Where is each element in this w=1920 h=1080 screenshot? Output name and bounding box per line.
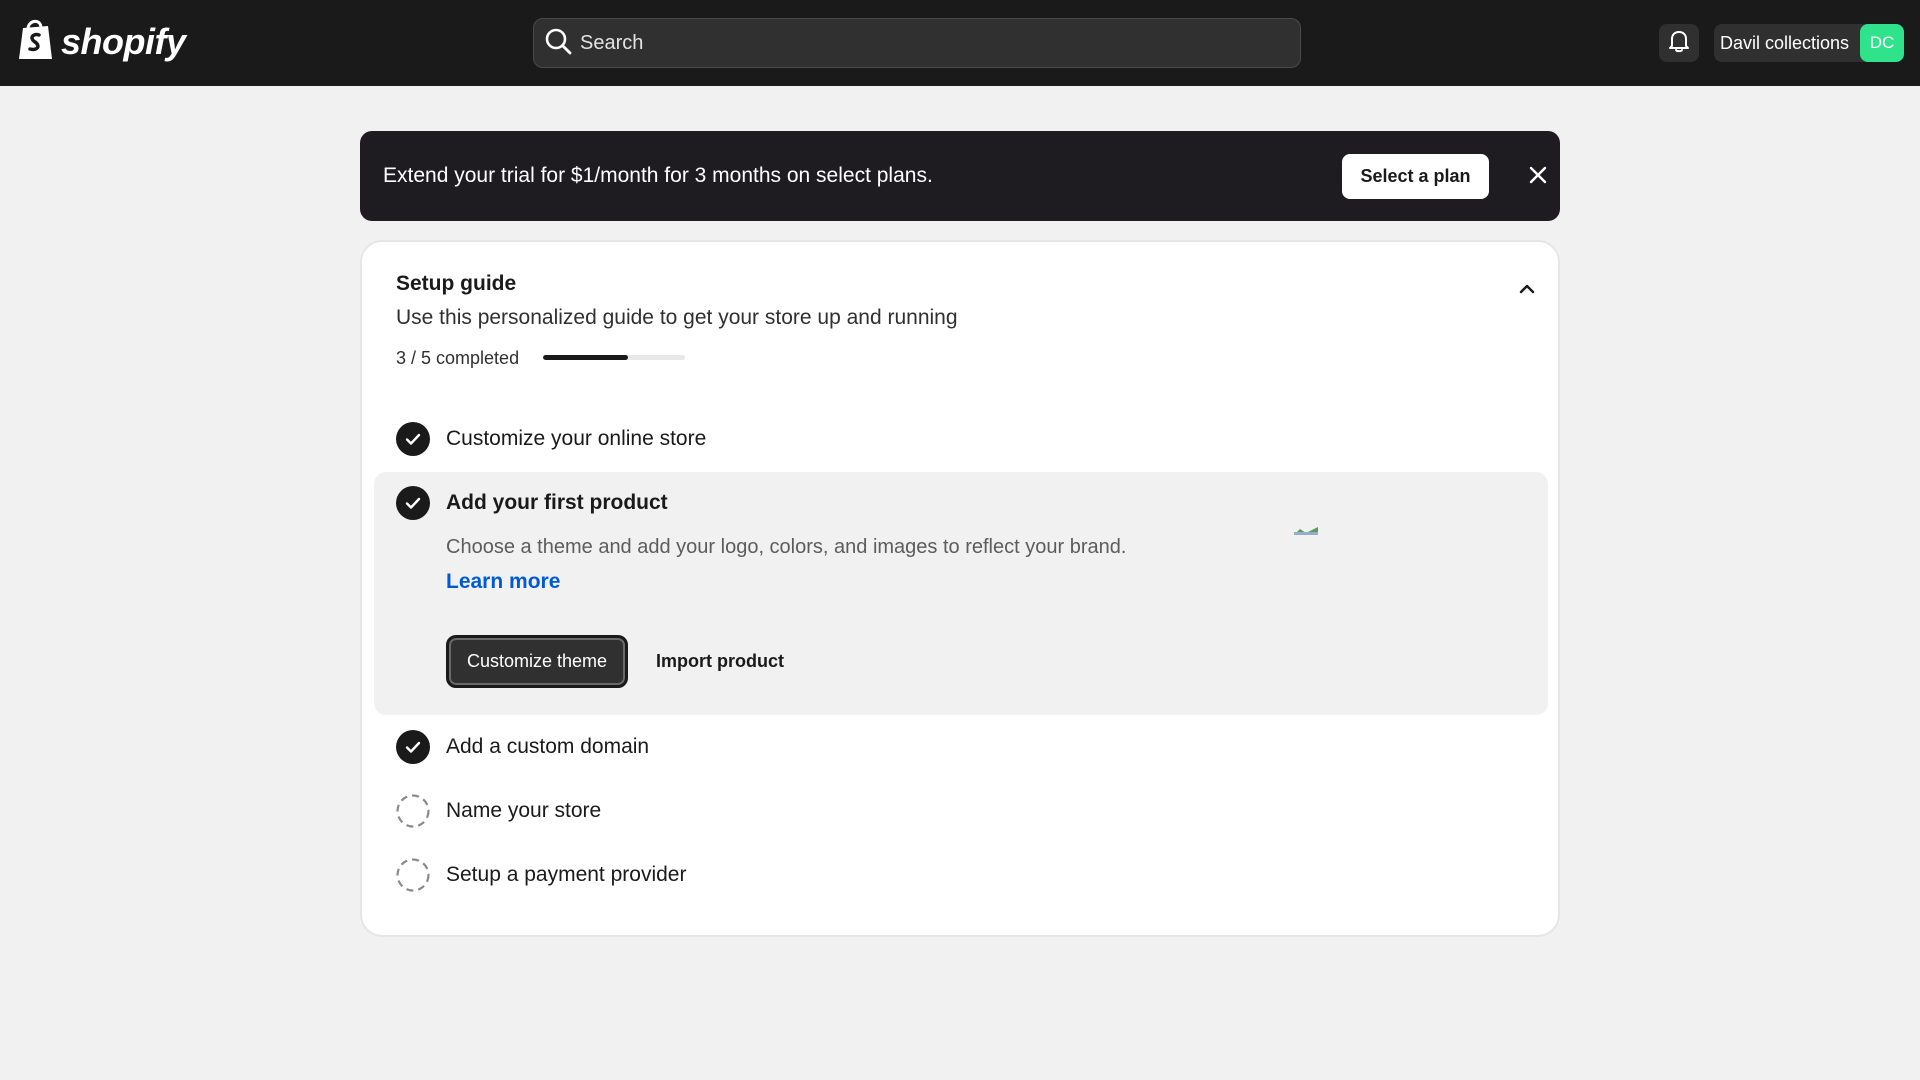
collapse-guide-button[interactable] — [1512, 276, 1542, 306]
task-item-customize-store[interactable]: Customize your online store — [396, 419, 706, 459]
task-label: Add a custom domain — [446, 735, 650, 758]
chevron-up-icon — [1518, 282, 1536, 300]
store-name: Davil collections — [1720, 32, 1850, 53]
task-label: Customize your online store — [446, 427, 707, 450]
top-bar: shopify Search Davil collections DC — [0, 0, 1920, 86]
customize-theme-button[interactable]: Customize theme — [446, 635, 628, 688]
dashed-circle-icon — [396, 858, 430, 892]
task-item-add-product[interactable]: Add your first product — [396, 483, 668, 523]
notifications-button[interactable] — [1659, 24, 1699, 62]
learn-more-link[interactable]: Learn more — [446, 570, 560, 594]
dismiss-banner-button[interactable] — [1518, 157, 1558, 197]
progress-bar-fill — [543, 355, 629, 360]
logo-wordmark: shopify — [61, 20, 186, 62]
shopify-logo[interactable]: shopify — [17, 17, 186, 66]
check-circle-icon — [396, 730, 430, 764]
task-item-payment-provider[interactable]: Setup a payment provider — [396, 855, 686, 895]
broken-image-icon — [1294, 522, 1318, 535]
account-menu[interactable]: Davil collections DC — [1714, 24, 1904, 62]
trial-banner: Extend your trial for $1/month for 3 mon… — [360, 131, 1560, 221]
avatar: DC — [1860, 24, 1904, 62]
dashed-circle-icon — [396, 794, 430, 828]
bell-icon — [1668, 29, 1690, 58]
task-item-name-store[interactable]: Name your store — [396, 791, 601, 831]
progress-bar — [543, 355, 685, 360]
check-circle-icon — [396, 486, 430, 520]
setup-guide-subtitle: Use this personalized guide to get your … — [396, 306, 958, 329]
banner-message: Extend your trial for $1/month for 3 mon… — [383, 164, 933, 187]
setup-guide-title: Setup guide — [396, 272, 517, 295]
search-bar[interactable]: Search — [533, 18, 1301, 68]
setup-guide-card: Setup guide Use this personalized guide … — [360, 240, 1560, 937]
search-icon — [544, 27, 572, 60]
check-circle-icon — [396, 422, 430, 456]
shopify-bag-icon — [17, 17, 55, 66]
task-label: Name your store — [446, 799, 602, 822]
task-description: Choose a theme and add your logo, colors… — [446, 536, 1127, 558]
import-product-button[interactable]: Import product — [646, 635, 794, 688]
progress-label: 3 / 5 completed — [396, 348, 520, 368]
task-label: Setup a payment provider — [446, 863, 687, 886]
task-item-custom-domain[interactable]: Add a custom domain — [396, 727, 649, 767]
select-plan-button[interactable]: Select a plan — [1342, 154, 1489, 199]
search-placeholder: Search — [580, 31, 644, 54]
close-icon — [1528, 165, 1548, 190]
task-label: Add your first product — [446, 491, 668, 514]
